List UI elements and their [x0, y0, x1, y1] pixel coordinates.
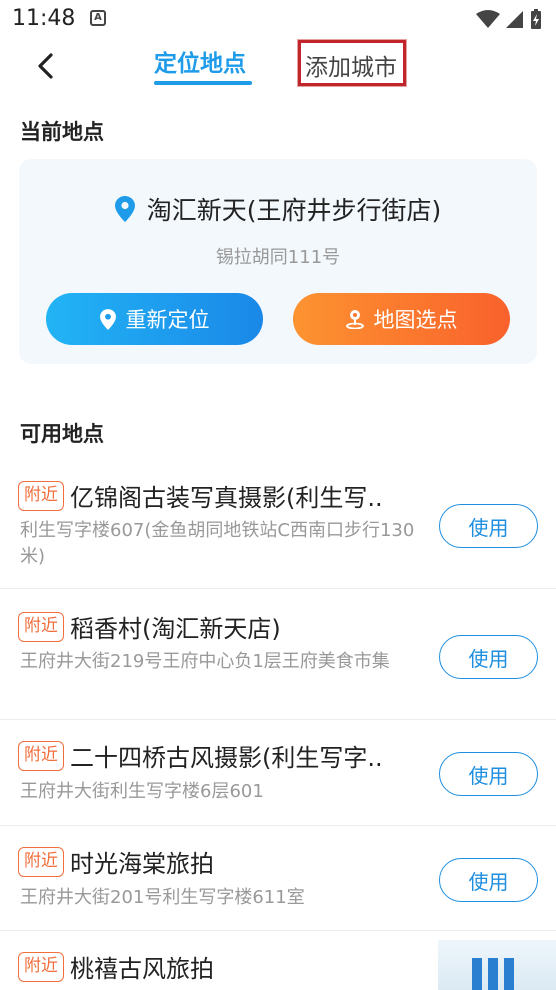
available-section-title: 可用地点: [20, 422, 104, 446]
relocate-label: 重新定位: [125, 308, 210, 332]
item-address: 王府井大街利生写字楼6层601: [20, 781, 264, 802]
use-button[interactable]: 使用: [439, 635, 538, 679]
signal-icon: [506, 11, 523, 28]
tab-active-indicator: [154, 81, 252, 85]
list-item[interactable]: 附近 稻香村(淘汇新天店) 王府井大街219号王府中心负1层王府美食市集 使用: [0, 589, 556, 720]
tab-add-city[interactable]: 添加城市: [298, 40, 406, 86]
item-address: 王府井大街219号王府中心负1层王府美食市集: [20, 651, 390, 672]
list-item[interactable]: 附近 二十四桥古风摄影(利生写字.. 王府井大街利生写字楼6层601 使用: [0, 720, 556, 826]
notification-icon: A: [90, 10, 106, 26]
item-address: 王府井大街201号利生写字楼611室: [20, 887, 305, 908]
use-button[interactable]: 使用: [439, 752, 538, 796]
nearby-badge: 附近: [18, 740, 64, 771]
map-select-label: 地图选点: [373, 308, 458, 332]
status-bar: 11:48 A: [0, 0, 556, 40]
use-button[interactable]: 使用: [439, 858, 538, 902]
relocate-button[interactable]: 重新定位: [46, 293, 263, 345]
item-name: 亿锦阁古装写真摄影(利生写..: [70, 484, 383, 512]
item-title-row: 附近 二十四桥古风摄影(利生写字..: [18, 738, 383, 773]
wifi-icon: [476, 10, 500, 28]
item-name: 稻香村(淘汇新天店): [70, 615, 281, 643]
use-button[interactable]: 使用: [439, 504, 538, 548]
back-button[interactable]: [28, 48, 64, 84]
item-address: 利生写字楼607(金鱼胡同地铁站C西南口步行130米): [20, 520, 415, 567]
current-name-row: 淘汇新天(王府井步行街店): [19, 191, 537, 227]
location-pin-icon: [99, 308, 116, 330]
item-title-row: 附近 桃禧古风旅拍: [18, 949, 214, 984]
header: 定位地点 添加城市: [0, 40, 556, 96]
thumbnail-image: [438, 940, 556, 990]
item-title-row: 附近 时光海棠旅拍: [18, 844, 214, 879]
current-location-card: 淘汇新天(王府井步行街店) 锡拉胡同111号 重新定位 地图选点: [19, 159, 537, 364]
nearby-badge: 附近: [18, 846, 64, 877]
item-title-row: 附近 亿锦阁古装写真摄影(利生写..: [18, 478, 383, 513]
chevron-left-icon: [38, 53, 53, 79]
nearby-badge: 附近: [18, 611, 64, 642]
item-name: 时光海棠旅拍: [70, 850, 214, 878]
item-name: 二十四桥古风摄影(利生写字..: [70, 744, 383, 772]
location-pin-icon: [114, 196, 135, 222]
item-title-row: 附近 稻香村(淘汇新天店): [18, 609, 281, 644]
current-section-title: 当前地点: [20, 120, 104, 144]
list-item[interactable]: 附近 亿锦阁古装写真摄影(利生写.. 利生写字楼607(金鱼胡同地铁站C西南口步…: [0, 458, 556, 589]
tab-locate[interactable]: 定位地点: [154, 44, 246, 78]
map-select-button[interactable]: 地图选点: [293, 293, 510, 345]
battery-icon: [531, 9, 541, 29]
item-name: 桃禧古风旅拍: [70, 955, 214, 983]
current-location-address: 锡拉胡同111号: [215, 247, 341, 268]
tab-add-city-label: 添加城市: [305, 55, 397, 81]
current-location-name: 淘汇新天(王府井步行街店): [146, 196, 442, 225]
status-icons: [476, 8, 542, 30]
map-pin-icon: [345, 310, 364, 329]
nearby-badge: 附近: [18, 480, 64, 511]
nearby-badge: 附近: [18, 951, 64, 982]
status-time: 11:48: [12, 6, 76, 31]
list-item[interactable]: 附近 时光海棠旅拍 王府井大街201号利生写字楼611室 使用: [0, 826, 556, 931]
